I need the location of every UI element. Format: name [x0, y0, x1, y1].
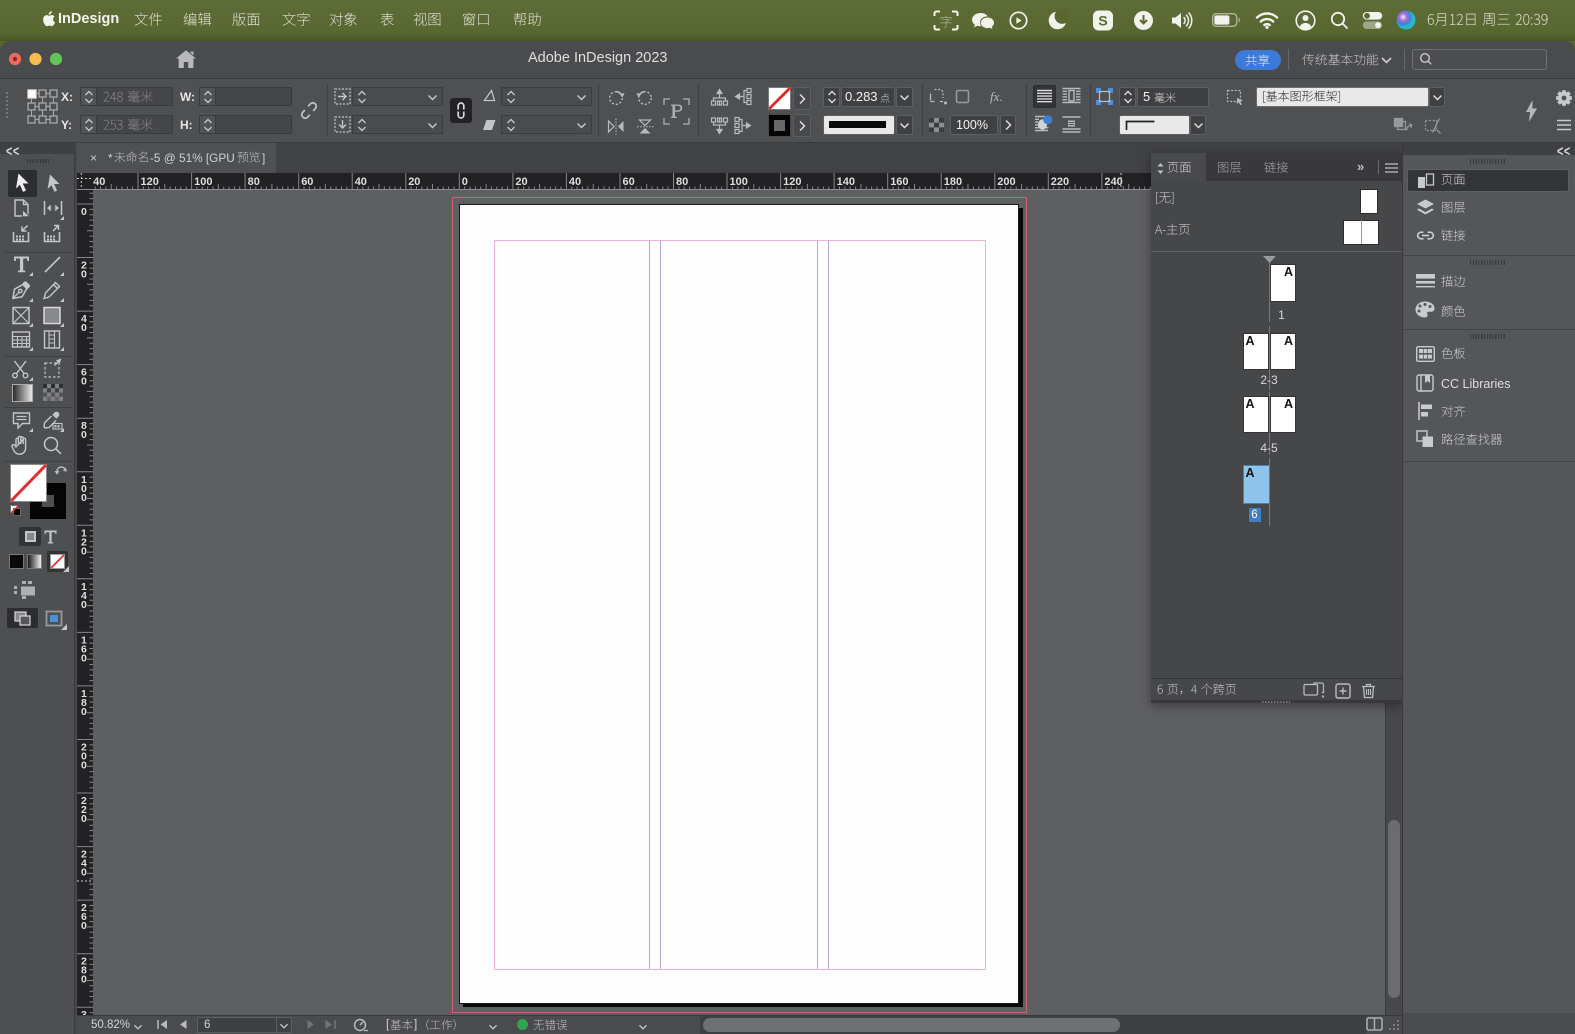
svg-text:0: 0	[81, 813, 87, 825]
svg-text:120: 120	[141, 176, 159, 188]
svg-text:40: 40	[569, 176, 581, 188]
svg-text:0: 0	[81, 652, 87, 664]
svg-text:0: 0	[81, 706, 87, 718]
svg-text:80: 80	[676, 176, 688, 188]
svg-text:100: 100	[194, 176, 212, 188]
svg-text:60: 60	[623, 176, 635, 188]
svg-text:S: S	[1098, 13, 1107, 29]
svg-text:0: 0	[81, 760, 87, 772]
svg-text:0: 0	[81, 206, 87, 218]
svg-text:0: 0	[81, 429, 87, 441]
svg-text:0: 0	[81, 545, 87, 557]
svg-text:0: 0	[81, 920, 87, 932]
svg-text:40: 40	[355, 176, 367, 188]
svg-text:140: 140	[93, 176, 105, 188]
svg-text:80: 80	[248, 176, 260, 188]
svg-text:0: 0	[81, 867, 87, 879]
svg-text:180: 180	[944, 176, 962, 188]
svg-text:20: 20	[408, 176, 420, 188]
svg-text:0: 0	[81, 599, 87, 611]
svg-text:0: 0	[81, 492, 87, 504]
svg-text:60: 60	[301, 176, 313, 188]
svg-text:0: 0	[462, 176, 468, 188]
svg-text:240: 240	[1104, 176, 1122, 188]
svg-text:200: 200	[997, 176, 1015, 188]
svg-text:160: 160	[890, 176, 908, 188]
svg-text:120: 120	[783, 176, 801, 188]
svg-text:220: 220	[1051, 176, 1069, 188]
svg-text:0: 0	[81, 269, 87, 281]
svg-text:0: 0	[81, 322, 87, 334]
svg-text:140: 140	[837, 176, 855, 188]
svg-text:0: 0	[81, 974, 87, 986]
svg-text:0: 0	[81, 376, 87, 388]
svg-text:20: 20	[515, 176, 527, 188]
svg-text:100: 100	[730, 176, 748, 188]
